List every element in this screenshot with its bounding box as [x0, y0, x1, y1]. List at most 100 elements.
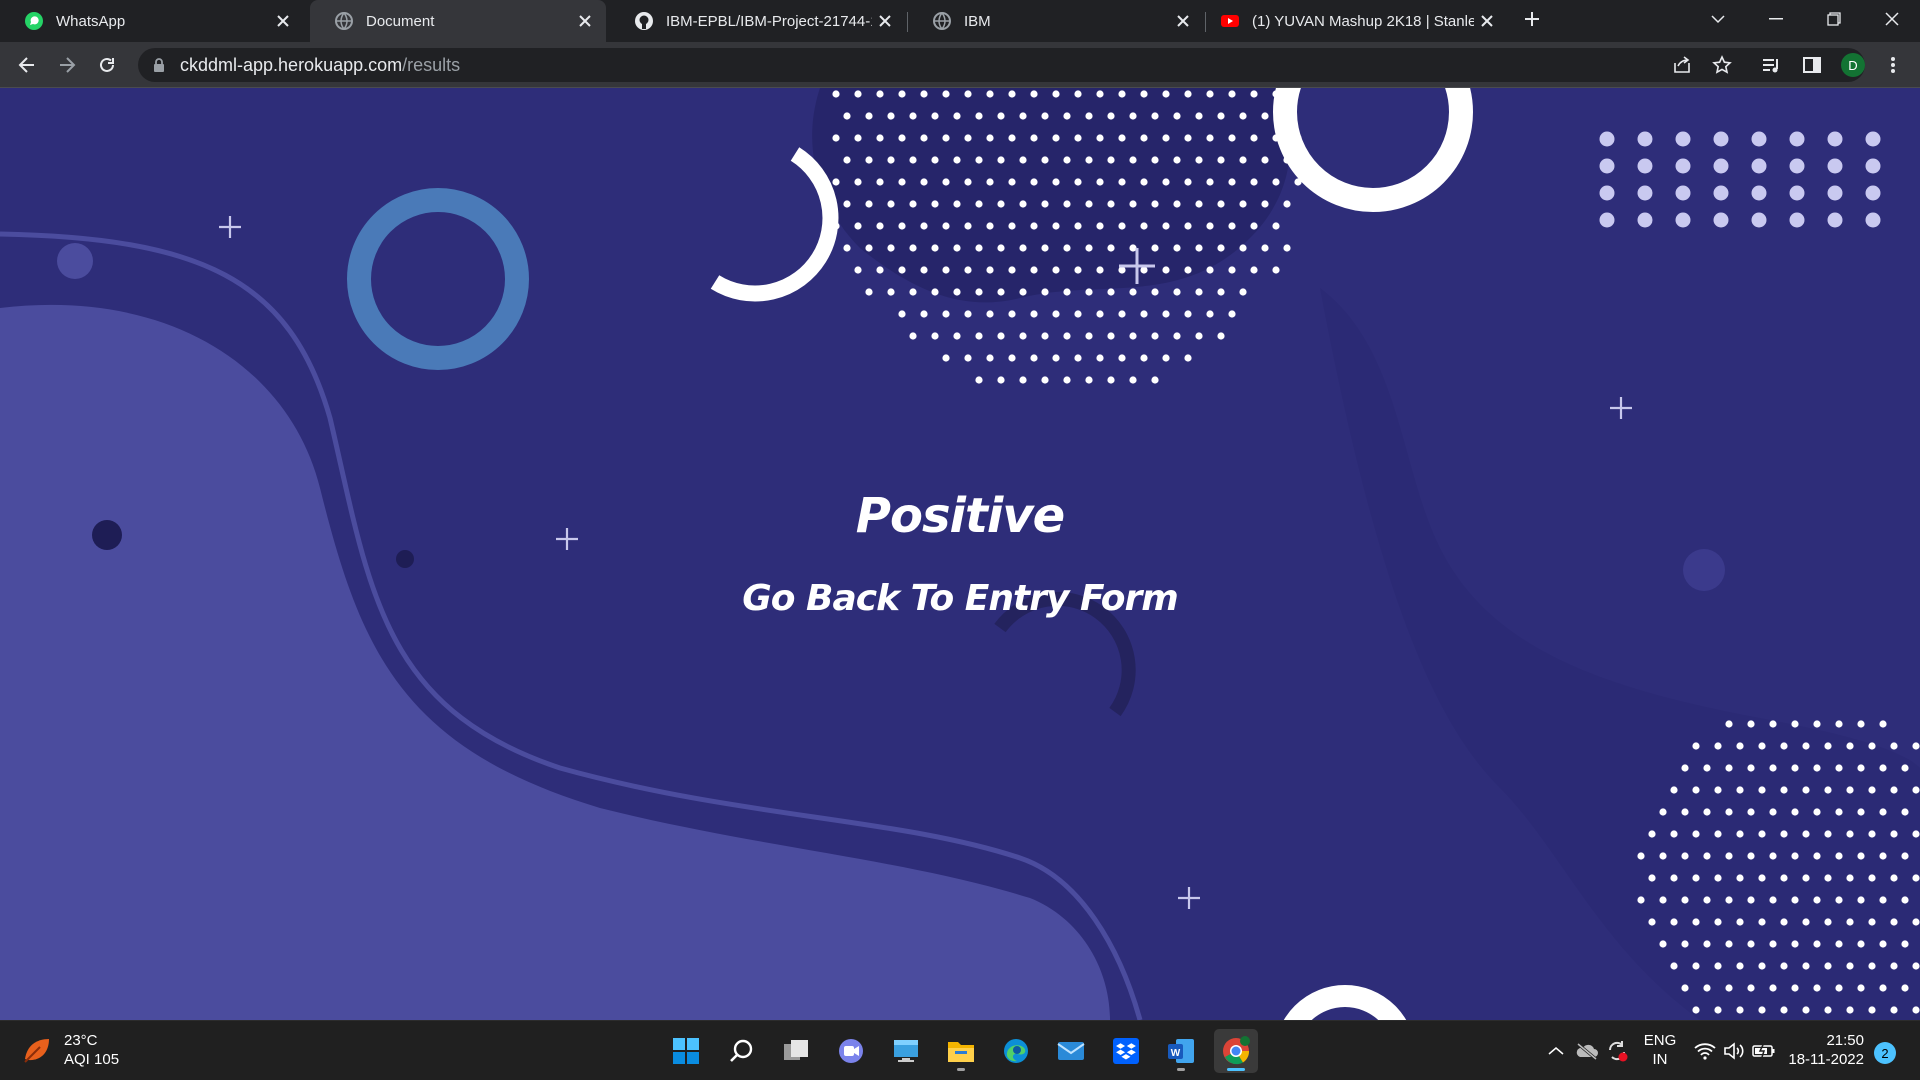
- tab-title: IBM-EPBL/IBM-Project-21744-16: [666, 12, 872, 30]
- side-panel-icon: [1803, 57, 1821, 73]
- word-icon: W: [1168, 1039, 1194, 1063]
- browser-menu-button[interactable]: [1878, 50, 1908, 80]
- close-window-button[interactable]: [1864, 0, 1920, 38]
- search-icon: [730, 1039, 753, 1062]
- browser-tab-strip: WhatsApp Document IBM-EPBL/IBM-Project-2…: [0, 0, 1920, 42]
- running-indicator: [1227, 1068, 1245, 1071]
- close-tab-icon[interactable]: [270, 8, 296, 34]
- onedrive-button[interactable]: [1574, 1031, 1600, 1071]
- minimize-button[interactable]: [1748, 0, 1804, 38]
- profile-button[interactable]: D: [1838, 50, 1868, 80]
- tab-search-button[interactable]: [1690, 0, 1746, 38]
- battery-charging-icon: [1752, 1044, 1775, 1058]
- reload-icon: [100, 57, 114, 72]
- start-button[interactable]: [664, 1029, 708, 1073]
- system-clock[interactable]: 21:50 18-11-2022: [1784, 1031, 1864, 1069]
- restore-icon: [1827, 12, 1841, 26]
- task-view-icon: [784, 1040, 808, 1060]
- arrow-right-icon: [60, 57, 76, 73]
- desktop-icon: [894, 1040, 918, 1062]
- whatsapp-icon: [25, 12, 43, 30]
- notification-badge[interactable]: 2: [1874, 1042, 1896, 1064]
- tab-whatsapp[interactable]: WhatsApp: [0, 0, 304, 42]
- address-bar[interactable]: ckddml-app.herokuapp.com/results: [138, 48, 1865, 82]
- back-to-entry-form-link[interactable]: Go Back To Entry Form: [0, 578, 1920, 619]
- weather-temperature: 23°C: [64, 1032, 98, 1049]
- file-explorer-icon: [948, 1042, 974, 1062]
- search-button[interactable]: [719, 1029, 763, 1073]
- clock-time: 21:50: [1826, 1032, 1864, 1049]
- battery-button[interactable]: [1750, 1031, 1778, 1071]
- globe-icon: [335, 12, 353, 30]
- side-panel-button[interactable]: [1797, 50, 1827, 80]
- media-control-button[interactable]: [1756, 50, 1786, 80]
- dropbox-icon: [1113, 1038, 1139, 1064]
- chrome-icon: [1223, 1036, 1250, 1065]
- reload-button[interactable]: [89, 47, 125, 83]
- lock-icon[interactable]: [152, 57, 166, 73]
- close-tab-icon[interactable]: [872, 8, 898, 34]
- tab-document[interactable]: Document: [310, 0, 606, 42]
- sync-status-button[interactable]: [1604, 1031, 1630, 1071]
- weather-widget[interactable]: 23°C AQI 105: [22, 1031, 119, 1069]
- bookmark-button[interactable]: [1707, 50, 1737, 80]
- word-button[interactable]: W: [1159, 1029, 1203, 1073]
- minimize-icon: [1769, 18, 1783, 20]
- language-code: ENG: [1643, 1032, 1677, 1049]
- close-tab-icon[interactable]: [1474, 8, 1500, 34]
- globe-icon: [933, 12, 951, 30]
- svg-text:W: W: [1171, 1048, 1181, 1059]
- new-tab-button[interactable]: [1504, 0, 1560, 38]
- edge-button[interactable]: [994, 1029, 1038, 1073]
- clock-date: 18-11-2022: [1788, 1051, 1864, 1068]
- network-button[interactable]: [1692, 1031, 1718, 1071]
- sync-error-icon: [1608, 1041, 1628, 1062]
- desktop-button[interactable]: [884, 1029, 928, 1073]
- arrow-left-icon: [18, 57, 34, 73]
- chat-button[interactable]: [829, 1029, 873, 1073]
- chevron-down-icon: [1711, 15, 1725, 24]
- chat-icon: [839, 1039, 863, 1063]
- tab-title: IBM: [964, 12, 991, 30]
- task-view-button[interactable]: [774, 1029, 818, 1073]
- weather-aqi: AQI 105: [64, 1051, 120, 1068]
- leaf-icon: [24, 1039, 49, 1063]
- speaker-icon: [1724, 1042, 1744, 1060]
- show-hidden-icons-button[interactable]: [1544, 1031, 1568, 1071]
- tab-title: (1) YUVAN Mashup 2K18 | Stanle: [1252, 12, 1474, 30]
- file-explorer-button[interactable]: [939, 1029, 983, 1073]
- chrome-button[interactable]: [1214, 1029, 1258, 1073]
- github-icon: [635, 12, 653, 30]
- running-indicator: [1177, 1068, 1185, 1071]
- mail-icon: [1057, 1042, 1085, 1060]
- tab-ibm[interactable]: IBM: [908, 0, 1204, 42]
- tab-github-project[interactable]: IBM-EPBL/IBM-Project-21744-16: [610, 0, 906, 42]
- chevron-up-icon: [1548, 1047, 1564, 1055]
- cloud-offline-icon: [1576, 1042, 1598, 1060]
- dropbox-button[interactable]: [1104, 1029, 1148, 1073]
- url-path: /results: [402, 54, 461, 75]
- tab-youtube[interactable]: (1) YUVAN Mashup 2K18 | Stanle: [1196, 0, 1508, 42]
- edge-icon: [1004, 1039, 1028, 1063]
- mail-button[interactable]: [1049, 1029, 1093, 1073]
- wifi-icon: [1694, 1043, 1716, 1060]
- share-icon: [1674, 56, 1690, 73]
- close-tab-icon[interactable]: [572, 8, 598, 34]
- more-vertical-icon: [1891, 57, 1895, 73]
- start-icon: [673, 1038, 699, 1064]
- prediction-result: Positive: [855, 488, 1065, 544]
- restore-button[interactable]: [1806, 0, 1862, 38]
- input-language-indicator[interactable]: ENG IN: [1640, 1031, 1680, 1069]
- share-button[interactable]: [1667, 50, 1697, 80]
- volume-button[interactable]: [1721, 1031, 1747, 1071]
- close-tab-icon[interactable]: [1170, 8, 1196, 34]
- windows-taskbar: 23°C AQI 105 W ENG IN 21:50 18-11-2022 2: [0, 1020, 1920, 1080]
- back-button[interactable]: [9, 47, 45, 83]
- result-section: Positive Go Back To Entry Form: [0, 88, 1920, 1020]
- forward-button[interactable]: [49, 47, 85, 83]
- tab-title: WhatsApp: [56, 12, 126, 30]
- url-host: ckddml-app.herokuapp.com: [180, 54, 403, 75]
- browser-toolbar: ckddml-app.herokuapp.com/results D: [0, 42, 1920, 88]
- language-region: IN: [1652, 1051, 1668, 1068]
- tab-title: Document: [366, 12, 435, 30]
